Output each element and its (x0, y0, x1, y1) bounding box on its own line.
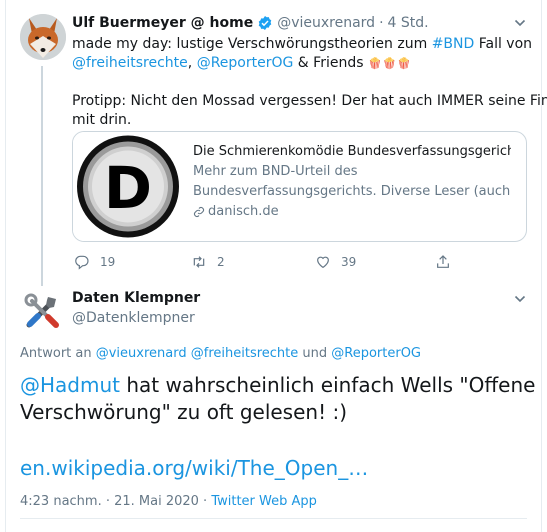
frame-border-left (5, 0, 6, 532)
link-preview-card[interactable]: D Die Schmierenkomödie Bundesverfassungs… (72, 131, 527, 242)
text-segment: hat wahrscheinlich einfach Wells "Offene (120, 373, 536, 397)
text-segment: Fall von (474, 36, 533, 52)
reply-prefix: Antwort an (20, 346, 96, 361)
like-icon (317, 256, 329, 269)
verified-badge-icon (258, 16, 272, 30)
thread-connector-line (41, 66, 43, 286)
tools-avatar-icon[interactable] (20, 289, 66, 335)
reply-conjunction: und (298, 346, 332, 361)
chevron-down-icon[interactable] (513, 16, 527, 30)
text-segment: made my day: lustige Verschwörungstheori… (72, 36, 432, 52)
card-text: Die Schmierenkomödie Bundesverfassungsge… (193, 142, 511, 222)
timestamp[interactable]: 4:23 nachm. · 21. Mai 2020 · (20, 494, 211, 509)
hashtag-bnd[interactable]: #BND (432, 36, 475, 52)
popcorn-emoji: 🍿🍿🍿 (367, 57, 413, 70)
card-thumbnail-logo: D (73, 132, 183, 241)
card-domain: danisch.de (193, 202, 511, 222)
mention-reporterog[interactable]: @ReporterOG (197, 55, 294, 71)
author-name[interactable]: Daten Klempner (72, 290, 200, 306)
main-tweet-text: @Hadmut hat wahrscheinlich einfach Wells… (20, 372, 535, 426)
card-domain-text: danisch.de (208, 204, 279, 219)
share-icon (437, 255, 449, 268)
author-name[interactable]: Ulf Buermeyer @ home (72, 15, 253, 31)
tweet-time[interactable]: 4 Std. (388, 15, 429, 31)
fox-avatar (20, 14, 66, 60)
text-line: mit drin. (72, 112, 132, 128)
share-button[interactable] (435, 253, 461, 271)
like-button[interactable]: 39 (315, 253, 356, 271)
avatar-ulf-buermeyer[interactable] (20, 14, 66, 60)
retweet-button[interactable]: 2 (191, 253, 225, 271)
text-line: Verschwörung" zu oft gelesen! :) (20, 400, 348, 424)
mention-hadmut[interactable]: @Hadmut (20, 373, 120, 397)
mention-freiheitsrechte[interactable]: @freiheitsrechte (191, 346, 299, 361)
text-segment: & Friends (293, 55, 368, 71)
divider (20, 518, 527, 519)
source-link[interactable]: Twitter Web App (211, 494, 317, 509)
card-description: Mehr zum BND-Urteil des (193, 164, 358, 179)
text-segment: , (187, 55, 197, 71)
author-handle[interactable]: @Datenklempner (72, 310, 195, 326)
retweet-count: 2 (217, 255, 225, 269)
reply-button[interactable]: 19 (74, 253, 115, 271)
separator-dot: · (379, 15, 384, 31)
card-description: Bundesverfassungsgerichts. Diverse Leser… (193, 184, 511, 199)
text-line: Protipp: Nicht den Mossad vergessen! Der… (72, 93, 547, 109)
frame-border-right (541, 0, 542, 532)
parent-tweet-header: Ulf Buermeyer @ home @vieuxrenard · 4 St… (72, 13, 429, 33)
parent-tweet-text: made my day: lustige Verschwörungstheori… (72, 35, 547, 130)
reply-count: 19 (100, 255, 116, 269)
mention-vieuxrenard[interactable]: @vieuxrenard (96, 346, 187, 361)
wikipedia-link[interactable]: en.wikipedia.org/wiki/The_Open_… (20, 456, 368, 480)
author-handle[interactable]: @vieuxrenard (277, 15, 375, 31)
tweet-metadata: 4:23 nachm. · 21. Mai 2020 · Twitter Web… (20, 494, 317, 509)
chevron-down-icon[interactable] (513, 292, 527, 306)
reply-icon (75, 255, 89, 270)
card-title: Die Schmierenkomödie Bundesverfassungsge… (193, 144, 511, 159)
mention-freiheitsrechte[interactable]: @freiheitsrechte (72, 55, 188, 71)
like-count: 39 (341, 255, 357, 269)
retweet-icon (193, 256, 205, 268)
reply-context: Antwort an @vieuxrenard @freiheitsrechte… (20, 346, 421, 361)
mention-reporterog[interactable]: @ReporterOG (331, 346, 421, 361)
card-logo-letter: D (104, 154, 152, 222)
link-icon (193, 206, 205, 218)
